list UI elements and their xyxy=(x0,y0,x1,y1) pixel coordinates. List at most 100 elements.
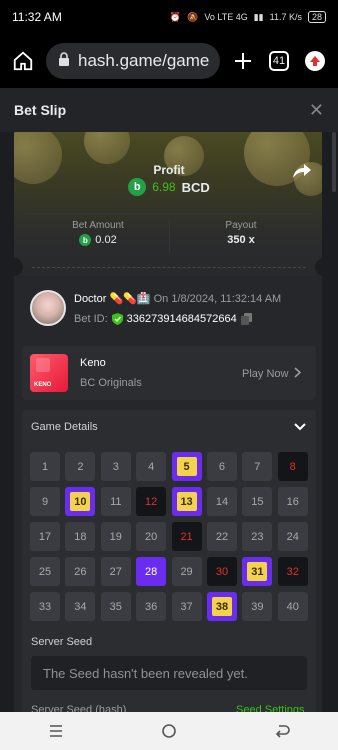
divider xyxy=(26,213,312,214)
keno-cell: 22 xyxy=(206,522,237,551)
keno-cell: 9 xyxy=(30,487,60,516)
keno-grid: 1 2 3 4 5 6 7 8 9 10 11 12 13 14 15 16 17 18 19 20 21 22 23 24 2… xyxy=(30,452,308,621)
keno-hit-number: 38 xyxy=(211,597,232,616)
shield-check-icon xyxy=(111,313,123,325)
browser-toolbar: hash.game/game 41 xyxy=(0,34,338,88)
keno-hit-number: 5 xyxy=(176,457,197,476)
keno-cell: 29 xyxy=(171,557,202,586)
game-thumbnail[interactable]: KENO xyxy=(30,354,68,392)
bet-date: On 1/8/2024, 11:32:14 AM xyxy=(153,293,282,305)
dice-icon xyxy=(36,358,50,372)
keno-cell: 16 xyxy=(277,487,308,516)
net-speed: 11.7 K/s xyxy=(269,12,302,22)
player-line: Doctor 💊💊🏥 On 1/8/2024, 11:32:14 AM xyxy=(74,292,281,305)
keno-cell: 3 xyxy=(100,452,131,481)
mute-icon: 🔕 xyxy=(187,11,199,22)
ticket-notch-left xyxy=(5,258,23,276)
keno-cell: 25 xyxy=(30,557,60,586)
keno-cell: 18 xyxy=(65,522,96,551)
keno-cell: 38 xyxy=(206,592,237,621)
keno-cell: 23 xyxy=(242,522,273,551)
status-time: 11:32 AM xyxy=(12,10,62,24)
profit-label: Profit xyxy=(153,163,185,177)
play-now-label: Play Now xyxy=(242,368,289,380)
tab-count: 41 xyxy=(269,51,289,71)
bet-amount: b 0.02 xyxy=(28,234,168,246)
keno-hit-number: 31 xyxy=(247,562,268,581)
avatar[interactable] xyxy=(30,290,66,326)
keno-cell: 24 xyxy=(277,522,308,551)
keno-cell: 32 xyxy=(277,557,308,586)
profit-amount: 6.98 xyxy=(152,180,176,194)
copy-icon[interactable] xyxy=(240,313,253,325)
keno-cell: 37 xyxy=(171,592,202,621)
profit-card xyxy=(14,132,322,297)
keno-cell: 14 xyxy=(206,487,237,516)
url-text: hash.game/game xyxy=(78,51,210,70)
payout-value: 350 x xyxy=(227,234,255,246)
keno-cell: 34 xyxy=(65,592,96,621)
network-indicator: Vo LTE 4G xyxy=(204,12,248,22)
keno-cell: 5 xyxy=(171,452,202,481)
profit-row: b 6.98 BCD xyxy=(0,178,338,196)
status-bar: 11:32 AM ⏰ 🔕 Vo LTE 4G ▮▮ 11.7 K/s 28 xyxy=(0,0,338,34)
keno-cell: 8 xyxy=(277,452,308,481)
signal-icon: ▮▮ xyxy=(253,11,264,22)
keno-cell: 13 xyxy=(171,487,202,516)
keno-cell: 35 xyxy=(100,592,131,621)
keno-cell: 19 xyxy=(100,522,131,551)
alarm-icon: ⏰ xyxy=(169,11,182,22)
keno-cell: 26 xyxy=(65,557,96,586)
game-category: BC Originals xyxy=(80,377,142,389)
bcd-coin-icon: b xyxy=(79,234,92,246)
keno-hit-number: 10 xyxy=(70,492,91,511)
bet-id-value: 336273914684572664 xyxy=(126,313,237,325)
battery-indicator: 28 xyxy=(307,11,326,23)
keno-cell: 33 xyxy=(30,592,60,621)
address-bar[interactable]: hash.game/game xyxy=(46,43,220,79)
keno-cell: 11 xyxy=(100,487,131,516)
player-name[interactable]: Doctor 💊💊🏥 xyxy=(74,293,151,305)
keno-hit-number: 13 xyxy=(176,492,197,511)
keno-cell: 17 xyxy=(30,522,60,551)
dashed-separator xyxy=(32,267,306,268)
keno-cell: 21 xyxy=(171,522,202,551)
new-tab-icon[interactable] xyxy=(230,48,256,74)
bet-id-line: Bet ID: 336273914684572664 xyxy=(74,313,253,325)
thumb-label: KENO xyxy=(34,382,52,388)
profit-currency: BCD xyxy=(181,179,210,195)
site-badge-icon[interactable] xyxy=(302,48,328,74)
keno-cell: 30 xyxy=(206,557,237,586)
home-button-icon[interactable] xyxy=(149,723,189,739)
bet-amount-value: 0.02 xyxy=(95,234,117,246)
play-now-button[interactable]: Play Now xyxy=(242,367,302,381)
tab-switcher-button[interactable]: 41 xyxy=(266,48,292,74)
back-icon[interactable] xyxy=(262,723,302,739)
game-name: Keno xyxy=(80,357,106,369)
keno-cell: 2 xyxy=(65,452,96,481)
bet-id-label: Bet ID: xyxy=(74,313,108,325)
keno-cell: 15 xyxy=(242,487,273,516)
share-icon[interactable] xyxy=(292,162,312,180)
keno-cell: 40 xyxy=(277,592,308,621)
keno-cell: 20 xyxy=(136,522,167,551)
keno-cell: 12 xyxy=(136,487,167,516)
recent-apps-icon[interactable] xyxy=(36,724,76,738)
divider-vertical xyxy=(169,220,170,252)
page-title: Bet Slip xyxy=(14,102,67,118)
server-seed-label: Server Seed xyxy=(31,636,93,648)
home-icon[interactable] xyxy=(10,48,36,74)
status-icons: ⏰ 🔕 Vo LTE 4G ▮▮ 11.7 K/s 28 xyxy=(170,11,326,23)
bcd-coin-icon: b xyxy=(128,178,147,196)
ticket-notch-right xyxy=(315,258,333,276)
keno-cell: 1 xyxy=(30,452,60,481)
bet-slip-header: Bet Slip ✕ xyxy=(0,88,338,132)
keno-cell: 31 xyxy=(242,557,273,586)
keno-cell: 4 xyxy=(136,452,167,481)
system-nav-bar xyxy=(0,712,338,750)
close-icon[interactable]: ✕ xyxy=(309,100,324,121)
chevron-down-icon[interactable] xyxy=(293,420,307,432)
keno-cell: 7 xyxy=(242,452,273,481)
keno-cell: 27 xyxy=(100,557,131,586)
chevron-right-icon xyxy=(294,367,302,381)
